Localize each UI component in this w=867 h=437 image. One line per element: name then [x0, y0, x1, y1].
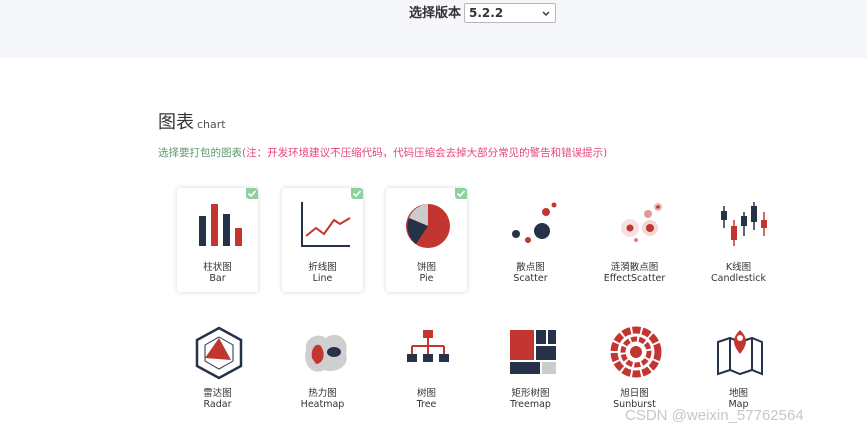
chart-label-en: Scatter	[513, 273, 548, 284]
chart-card-bar[interactable]: 柱状图 Bar	[177, 188, 258, 292]
checkmark-icon	[246, 188, 258, 199]
chart-card-map[interactable]: 地图 Map	[698, 314, 779, 418]
section-desc-note: (注：开发环境建议不压缩代码，代码压缩会去掉大部分常见的警告和错误提示)	[242, 147, 608, 159]
watermark: CSDN @weixin_57762564	[625, 407, 804, 424]
radar-chart-icon	[195, 326, 243, 380]
section-desc-text: 选择要打包的图表	[158, 147, 242, 159]
chart-label-en: Pie	[419, 273, 434, 284]
line-chart-icon	[301, 202, 351, 247]
chart-card-radar[interactable]: 雷达图 Radar	[177, 314, 258, 418]
effect-scatter-icon	[621, 203, 662, 242]
map-pin-icon	[717, 330, 763, 376]
chevron-down-icon	[542, 11, 550, 16]
pie-chart-icon	[406, 204, 450, 248]
tree-chart-icon	[407, 330, 449, 362]
section-title-en: chart	[197, 118, 226, 131]
chart-card-heatmap[interactable]: 热力图 Heatmap	[282, 314, 363, 418]
chart-label-en: Line	[312, 273, 333, 284]
chart-card-sunburst[interactable]: 旭日图 Sunburst	[594, 314, 675, 418]
chart-label-en: Bar	[209, 273, 226, 284]
version-label: 选择版本	[409, 6, 462, 21]
chart-card-effectscatter[interactable]: 涟漪散点图 EffectScatter	[594, 188, 675, 292]
chart-label-en: Candlestick	[710, 273, 767, 284]
bar-chart-icon	[199, 204, 242, 246]
section-title: 图表 chart	[158, 112, 226, 136]
chart-label-en: Radar	[203, 399, 232, 410]
section-desc: 选择要打包的图表(注：开发环境建议不压缩代码，代码压缩会去掉大部分常见的警告和错…	[158, 146, 607, 160]
version-select[interactable]: 5.2.2	[464, 3, 556, 23]
chart-label-en: Treemap	[510, 399, 551, 410]
version-select-value: 5.2.2	[469, 6, 504, 20]
chart-label-en: Heatmap	[300, 399, 345, 410]
candlestick-icon	[721, 202, 767, 246]
scatter-chart-icon	[512, 202, 557, 243]
chart-card-treemap[interactable]: 矩形树图 Treemap	[490, 314, 571, 418]
chart-label-en: EffectScatter	[603, 273, 666, 284]
chart-card-scatter[interactable]: 散点图 Scatter	[490, 188, 571, 292]
sunburst-icon	[610, 326, 662, 378]
chart-card-pie[interactable]: 饼图 Pie	[386, 188, 467, 292]
section-title-cn: 图表	[158, 112, 194, 133]
checkmark-icon	[455, 188, 467, 199]
chart-card-tree[interactable]: 树图 Tree	[386, 314, 467, 418]
version-bar: 选择版本 5.2.2	[0, 0, 867, 58]
chart-label-en: Tree	[416, 399, 437, 410]
treemap-icon	[510, 330, 556, 374]
checkmark-icon	[351, 188, 363, 199]
heatmap-icon	[305, 334, 347, 372]
chart-card-candlestick[interactable]: K线图 Candlestick	[698, 188, 779, 292]
chart-card-line[interactable]: 折线图 Line	[282, 188, 363, 292]
